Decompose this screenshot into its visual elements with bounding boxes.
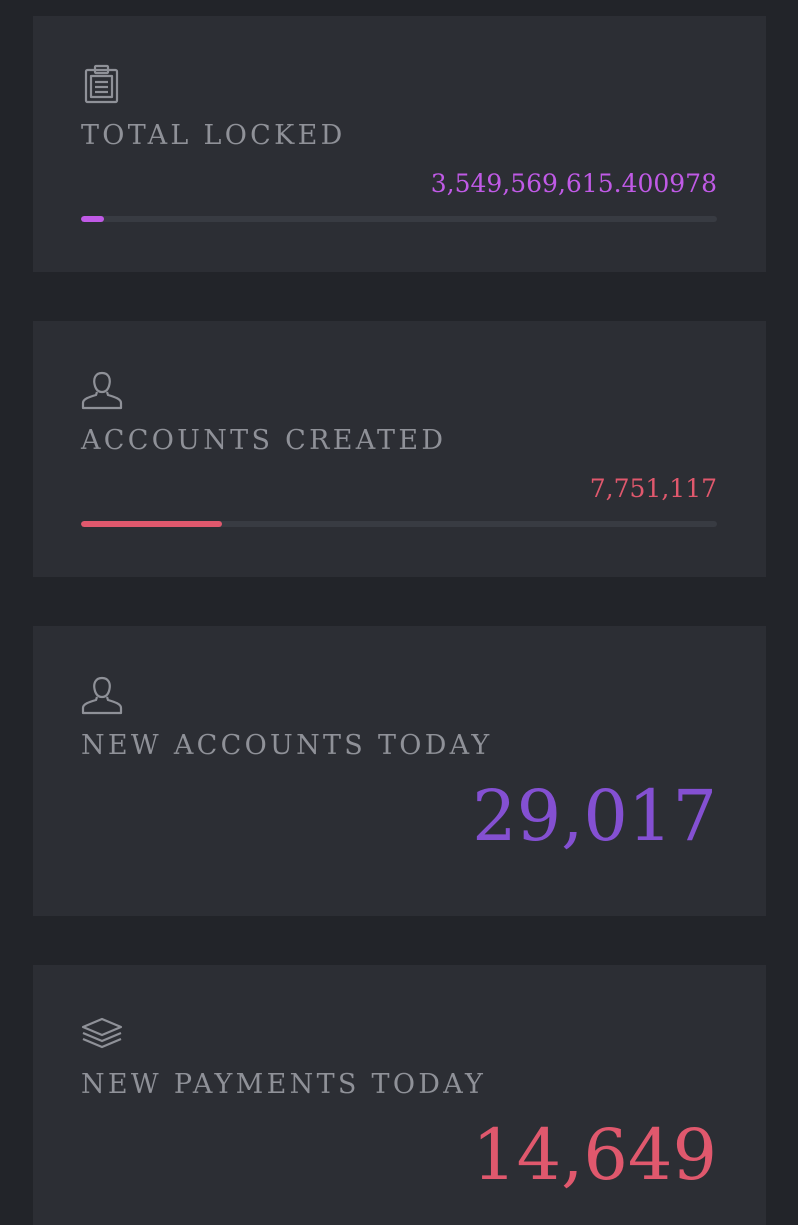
- total-locked-value: 3,549,569,615.400978: [430, 169, 717, 198]
- user-icon: [81, 369, 123, 411]
- card-title: TOTAL LOCKED: [81, 120, 346, 151]
- progress-track: [81, 521, 717, 527]
- new-accounts-today-value: 29,017: [472, 775, 717, 857]
- progress-track: [81, 216, 717, 222]
- card-title: NEW PAYMENTS TODAY: [81, 1069, 487, 1100]
- progress-fill: [81, 521, 223, 527]
- card-title: ACCOUNTS CREATED: [81, 425, 447, 456]
- clipboard-icon: [81, 64, 123, 106]
- stat-card-accounts-created: ACCOUNTS CREATED 7,751,117: [33, 321, 766, 577]
- stat-card-new-payments-today: NEW PAYMENTS TODAY 14,649: [33, 965, 766, 1225]
- layers-icon: [81, 1013, 123, 1055]
- card-title: NEW ACCOUNTS TODAY: [81, 730, 493, 761]
- accounts-created-value: 7,751,117: [589, 474, 717, 503]
- progress-fill: [81, 216, 104, 222]
- new-payments-today-value: 14,649: [472, 1114, 717, 1196]
- user-icon: [81, 674, 123, 716]
- stat-card-total-locked: TOTAL LOCKED 3,549,569,615.400978: [33, 16, 766, 272]
- stat-card-new-accounts-today: NEW ACCOUNTS TODAY 29,017: [33, 626, 766, 916]
